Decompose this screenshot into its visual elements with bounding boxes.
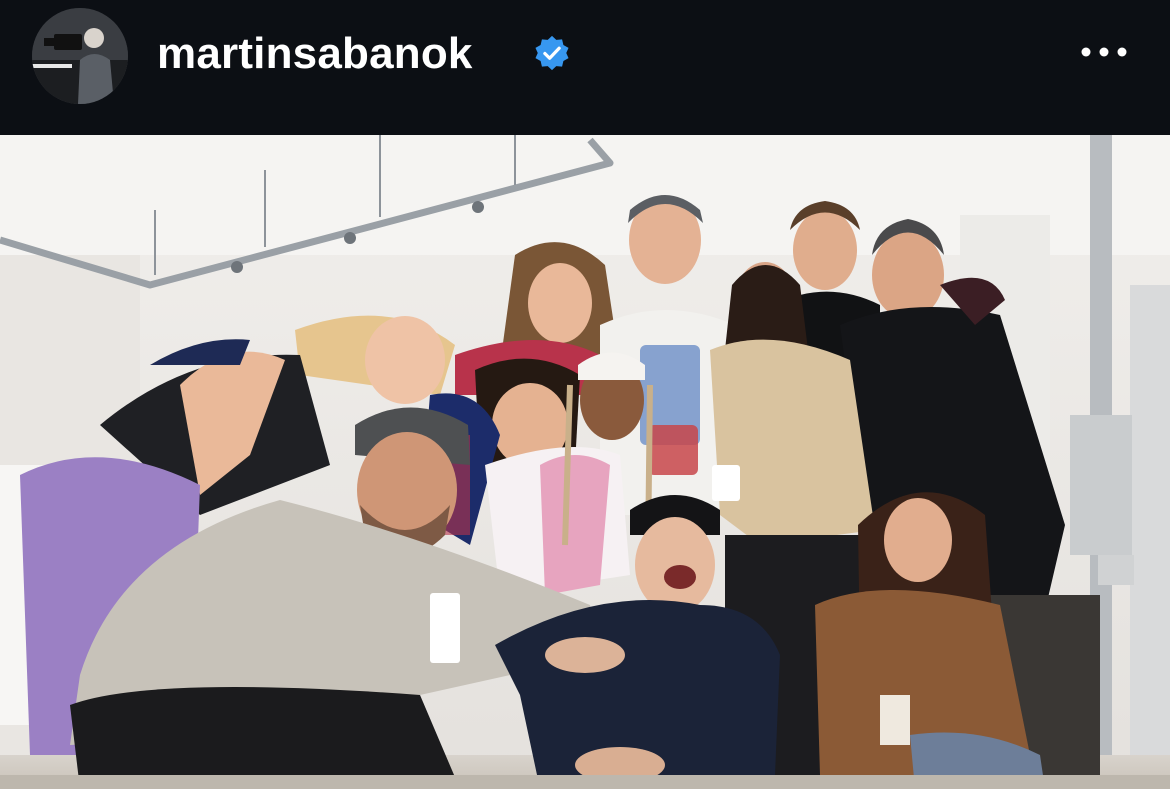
verified-badge-icon bbox=[535, 35, 569, 71]
more-options-icon[interactable] bbox=[1076, 36, 1132, 68]
group-photo-image bbox=[0, 135, 1170, 789]
profile-avatar[interactable] bbox=[32, 8, 128, 104]
post-photo[interactable] bbox=[0, 135, 1170, 789]
avatar-image bbox=[32, 8, 128, 104]
instagram-post: martinsabanok bbox=[0, 0, 1170, 789]
post-header: martinsabanok bbox=[0, 0, 1170, 135]
username[interactable]: martinsabanok bbox=[157, 28, 473, 80]
